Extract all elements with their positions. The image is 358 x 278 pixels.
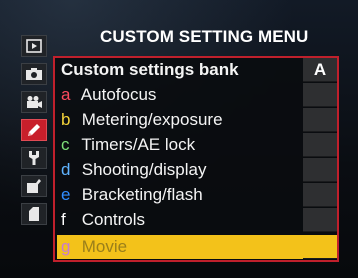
menu-item-shooting-display[interactable]: d Shooting/display [57,158,303,182]
tab-my-menu[interactable] [21,203,47,225]
camera-icon [26,68,42,80]
tab-playback[interactable] [21,35,47,57]
menu-tab-bar [17,32,51,242]
custom-settings-list: Custom settings bank A a Autofocus b Met… [53,56,339,262]
retouch-icon [27,179,41,193]
tab-movie[interactable] [21,91,47,113]
menu-item-movie[interactable]: g Movie [57,235,303,259]
menu-item-label: Controls [81,210,146,229]
menu-item-metering-exposure[interactable]: b Metering/exposure [57,108,303,132]
tab-custom-setting[interactable] [21,119,47,141]
custom-settings-bank-label: Custom settings bank [61,60,239,79]
movie-camera-icon [27,96,42,108]
menu-item-autofocus[interactable]: a Autofocus [57,83,303,107]
my-menu-icon [29,207,39,221]
menu-item-controls[interactable]: f Controls [57,208,303,232]
custom-settings-bank-value: A [303,58,337,82]
menu-item-letter: f [61,210,66,229]
menu-item-bracketing-flash[interactable]: e Bracketing/flash [57,183,303,207]
menu-item-letter: d [61,160,71,179]
menu-item-letter: e [61,185,71,204]
menu-item-label: Autofocus [80,85,157,104]
menu-item-letter: a [61,85,71,104]
page-title: CUSTOM SETTING MENU [100,27,309,46]
menu-item-label: Timers/AE lock [81,135,196,154]
pencil-icon [28,124,40,136]
wrench-icon [29,151,39,165]
menu-item-label: Bracketing/flash [81,185,203,204]
menu-item-value-cell [303,208,337,232]
menu-item-value-cell [303,83,337,107]
playback-icon [26,39,42,53]
camera-menu-screen: CUSTOM SETTING MENU Custom settings bank… [0,0,358,278]
menu-item-letter: b [61,110,71,129]
menu-item-value-cell [303,158,337,182]
menu-item-letter: g [61,237,71,256]
custom-settings-bank-row[interactable]: Custom settings bank [57,58,303,82]
menu-item-label: Metering/exposure [81,110,223,129]
menu-item-timers-ae-lock[interactable]: c Timers/AE lock [57,133,303,157]
tab-setup[interactable] [21,147,47,169]
tab-retouch[interactable] [21,175,47,197]
menu-item-label: Movie [81,237,128,256]
menu-item-letter: c [61,135,70,154]
menu-item-value-cell [303,133,337,157]
menu-item-label: Shooting/display [81,160,207,179]
tab-shooting[interactable] [21,63,47,85]
menu-item-value-cell [303,183,337,207]
menu-item-value-cell [303,108,337,132]
menu-item-value-cell [303,235,337,259]
